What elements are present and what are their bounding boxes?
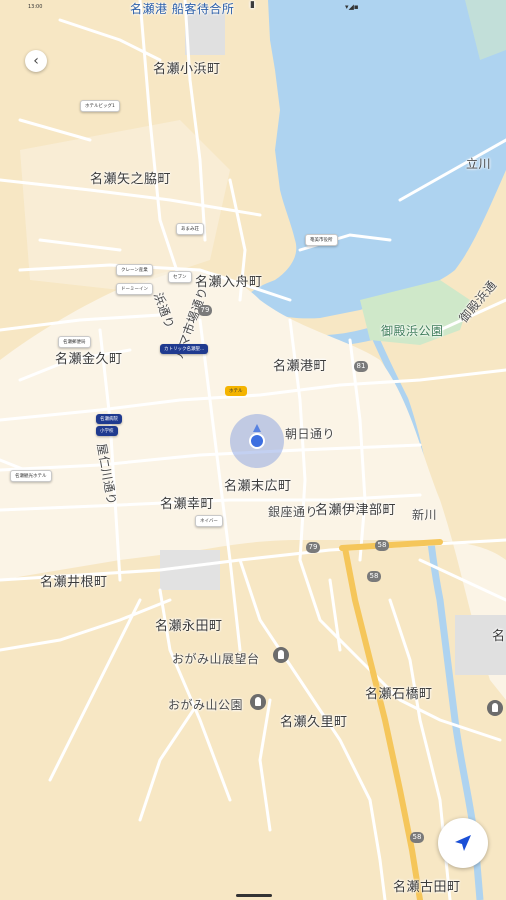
home-indicator[interactable]: [236, 894, 272, 897]
route-shield: 79: [306, 542, 320, 553]
park-icon[interactable]: [250, 694, 266, 710]
poi-pin[interactable]: 名瀬観光ホテル: [10, 470, 52, 482]
back-button[interactable]: ‹: [25, 50, 47, 72]
label-tachigawa: 立川: [466, 157, 492, 171]
label-suehiro: 名瀬末広町: [224, 479, 292, 494]
label-ogamiyama-view[interactable]: おがみ山展望台: [172, 650, 260, 667]
label-izubu: 名瀬伊津部町: [315, 503, 397, 518]
label-goden-park[interactable]: 御殿浜公園: [381, 322, 444, 339]
poi-pin-yellow[interactable]: ホテル: [225, 386, 247, 396]
poi-pin[interactable]: セブン: [168, 271, 192, 283]
label-inene: 名瀬井根町: [40, 575, 108, 590]
navigation-arrow-icon: [455, 835, 471, 851]
back-icon: ‹: [33, 53, 39, 69]
label-kuri: 名瀬久里町: [280, 715, 348, 730]
route-shield: 58: [367, 571, 381, 582]
label-kanakuhama: 名瀬金久町: [55, 352, 123, 367]
map-base: [0, 0, 506, 900]
my-location-button[interactable]: [438, 818, 488, 868]
poi-pin[interactable]: クレーン産業: [116, 264, 153, 276]
label-kohama: 名瀬小浜町: [153, 62, 221, 77]
poi-pin[interactable]: 奄美市役所: [305, 234, 338, 246]
label-ishibashi: 名瀬石橋町: [365, 687, 433, 702]
poi-pin[interactable]: ドーミーイン: [116, 283, 153, 295]
route-shield: 58: [410, 832, 424, 843]
route-shield: 81: [354, 361, 368, 372]
ferry-icon: ▮: [250, 0, 256, 10]
label-minato: 名瀬港町: [273, 359, 328, 374]
ferry-terminal-label[interactable]: 名瀬港 船客待合所: [130, 0, 234, 17]
route-shield: 79: [198, 305, 212, 316]
poi-pin[interactable]: あまみ荘: [176, 223, 204, 235]
label-saiwai: 名瀬幸町: [160, 497, 215, 512]
route-shield: 58: [375, 540, 389, 551]
label-right-edge: 名: [492, 629, 506, 644]
signal-icon: ▾◢▪: [345, 3, 359, 11]
poi-pin[interactable]: ホテルビッグ1: [80, 100, 120, 112]
map-canvas[interactable]: 13:00 ▾◢▪ 名瀬港 船客待合所 ▮ ‹ 名瀬小浜町 名瀬矢之脇町 名瀬入…: [0, 0, 506, 900]
label-ginza-dori: 銀座通り: [268, 505, 319, 519]
label-furuta: 名瀬古田町: [393, 880, 461, 895]
label-asahi-dori: 朝日通り: [285, 427, 336, 441]
poi-pin-blue[interactable]: 名瀬病院: [96, 414, 122, 424]
label-yanowaki: 名瀬矢之脇町: [90, 172, 172, 187]
poi-pin[interactable]: 名瀬郵便局: [58, 336, 91, 348]
label-nagata: 名瀬永田町: [155, 619, 223, 634]
camera-icon[interactable]: [273, 647, 289, 663]
poi-icon-right[interactable]: [487, 700, 503, 716]
label-ogamiyama-park[interactable]: おがみ山公園: [168, 696, 243, 713]
poi-pin-blue[interactable]: カトリック名瀬聖...: [160, 344, 209, 354]
label-shinkawa: 新川: [412, 508, 438, 522]
poi-pin[interactable]: ネイバー: [195, 515, 223, 527]
status-time: 13:00: [28, 4, 43, 10]
poi-pin-blue[interactable]: 小学校: [96, 426, 118, 436]
